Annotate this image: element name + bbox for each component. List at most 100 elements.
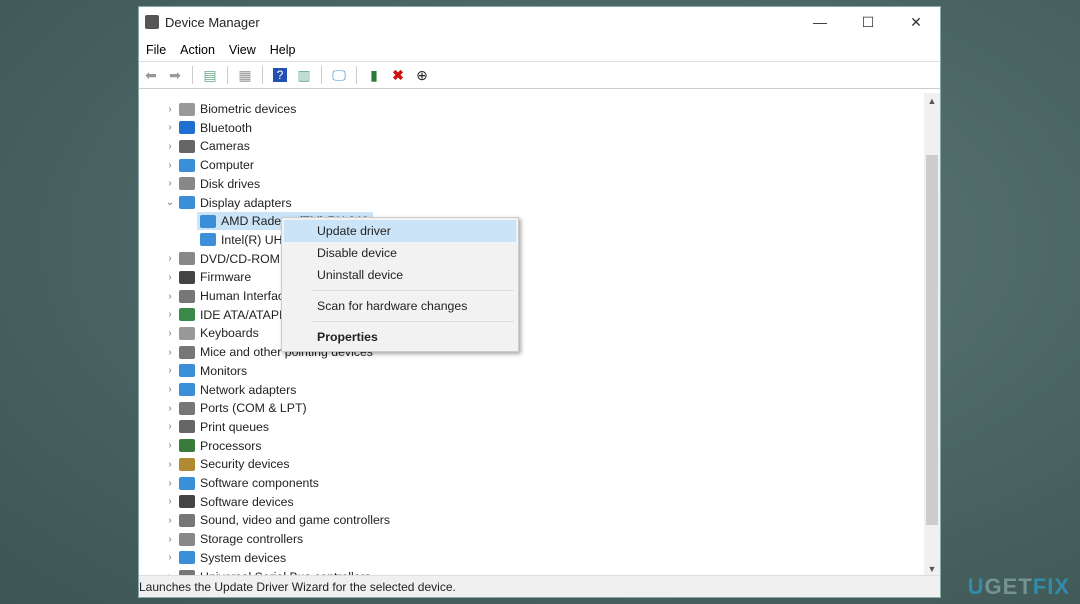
expand-chevron-icon[interactable]: › (164, 534, 176, 545)
tree-item-label: Computer (200, 158, 254, 173)
tree-item-label: Disk drives (200, 176, 261, 191)
expand-chevron-icon[interactable]: › (164, 459, 176, 470)
update-driver-icon[interactable]: ▮ (364, 66, 384, 84)
tree-item[interactable]: › Software components (164, 474, 319, 492)
menu-divider (312, 321, 514, 322)
scan-hardware-icon[interactable]: 🖵 (329, 66, 349, 84)
device-icon (179, 457, 195, 471)
expand-chevron-icon[interactable]: › (164, 160, 176, 171)
tree-item-label: Processors (200, 438, 262, 453)
tree-item[interactable]: › Ports (COM & LPT) (164, 399, 306, 417)
device-icon (179, 364, 195, 378)
expand-chevron-icon[interactable]: › (164, 421, 176, 432)
menu-action[interactable]: Action (173, 43, 222, 57)
device-icon (179, 513, 195, 527)
tree-item[interactable]: › Bluetooth (164, 119, 252, 137)
tree-item[interactable]: › Disk drives (164, 175, 260, 193)
expand-chevron-icon[interactable]: › (164, 365, 176, 376)
help-icon[interactable]: ? (270, 66, 290, 84)
back-icon[interactable]: ⬅ (141, 66, 161, 84)
expand-chevron-icon[interactable]: › (164, 141, 176, 152)
forward-icon[interactable]: ➡ (165, 66, 185, 84)
uninstall-icon[interactable]: ✖ (388, 66, 408, 84)
device-icon (179, 289, 195, 303)
show-hide-console-tree-icon[interactable]: ▤ (200, 66, 220, 84)
menu-item-scan-hardware[interactable]: Scan for hardware changes (284, 295, 516, 317)
expand-chevron-icon[interactable]: › (164, 178, 176, 189)
expand-chevron-icon[interactable]: › (164, 440, 176, 451)
menu-item-properties[interactable]: Properties (284, 326, 516, 348)
tree-item[interactable]: › Firmware (164, 268, 251, 286)
device-icon (179, 252, 195, 266)
expand-chevron-icon[interactable]: › (164, 478, 176, 489)
menu-help[interactable]: Help (263, 43, 303, 57)
expand-chevron-icon[interactable]: › (164, 291, 176, 302)
expand-chevron-icon[interactable]: › (164, 403, 176, 414)
device-icon (179, 476, 195, 490)
device-icon (179, 401, 195, 415)
expand-chevron-icon[interactable]: › (164, 272, 176, 283)
scrollbar-thumb[interactable] (926, 155, 938, 525)
maximize-button[interactable]: ☐ (844, 14, 892, 31)
tree-item[interactable]: › Cameras (164, 137, 250, 155)
tree-item-label: Keyboards (200, 326, 259, 341)
tree-item-label: Bluetooth (200, 120, 252, 135)
scroll-up-icon[interactable]: ▲ (924, 96, 940, 106)
tree-item[interactable]: › System devices (164, 549, 286, 567)
tree-item[interactable]: › Sound, video and game controllers (164, 511, 390, 529)
expand-chevron-icon[interactable]: › (164, 496, 176, 507)
tree-item[interactable]: › Security devices (164, 455, 289, 473)
tree-item[interactable]: ⌄ Display adapters (164, 194, 292, 212)
tree-item[interactable]: › Network adapters (164, 381, 296, 399)
expand-chevron-icon[interactable]: › (164, 515, 176, 526)
device-icon (179, 196, 195, 209)
tree-item-label: Monitors (200, 363, 248, 378)
menu-view[interactable]: View (222, 43, 263, 57)
tree-item[interactable]: › Storage controllers (164, 530, 303, 548)
device-icon (179, 495, 195, 509)
tree-item[interactable]: › Biometric devices (164, 100, 296, 118)
menu-item-disable-device[interactable]: Disable device (284, 242, 516, 264)
collapse-chevron-icon[interactable]: ⌄ (164, 197, 176, 208)
device-icon (179, 121, 195, 135)
device-icon (179, 551, 195, 565)
title-bar: Device Manager — ☐ ✕ (139, 7, 940, 37)
tree-item-label: Sound, video and game controllers (200, 513, 391, 528)
expand-chevron-icon[interactable]: › (164, 122, 176, 133)
minimize-button[interactable]: — (796, 14, 844, 31)
tree-item[interactable]: › Monitors (164, 362, 247, 380)
status-bar: Launches the Update Driver Wizard for th… (139, 575, 940, 597)
properties-icon[interactable]: ▦ (235, 66, 255, 84)
menu-file[interactable]: File (139, 43, 173, 57)
expand-chevron-icon[interactable]: › (164, 328, 176, 339)
expand-chevron-icon[interactable]: › (164, 104, 176, 115)
expand-chevron-icon[interactable]: › (164, 347, 176, 358)
context-menu: Update driver Disable device Uninstall d… (281, 217, 519, 352)
window-title: Device Manager (165, 14, 260, 30)
tree-item-label: Cameras (200, 139, 250, 154)
vertical-scrollbar[interactable]: ▲ ▼ (924, 93, 940, 577)
menu-item-update-driver[interactable]: Update driver (284, 220, 516, 242)
tree-item-label: Biometric devices (200, 102, 297, 116)
tree-item[interactable]: › Print queues (164, 418, 269, 436)
tree-item[interactable]: › Processors (164, 437, 262, 455)
tree-item[interactable]: › Computer (164, 156, 254, 174)
tree-item[interactable]: › Keyboards (164, 324, 259, 342)
device-icon (179, 345, 195, 359)
menu-divider (312, 290, 514, 291)
close-button[interactable]: ✕ (892, 14, 940, 31)
action-pane-icon[interactable]: ▥ (294, 66, 314, 84)
expand-chevron-icon[interactable]: › (164, 309, 176, 320)
watermark-logo: UGETFIX (967, 574, 1070, 599)
device-icon (200, 233, 216, 247)
device-icon (179, 420, 195, 434)
tree-item-label: Network adapters (200, 382, 297, 397)
menu-item-uninstall-device[interactable]: Uninstall device (284, 264, 516, 286)
device-icon (179, 102, 195, 116)
expand-chevron-icon[interactable]: › (164, 253, 176, 264)
expand-chevron-icon[interactable]: › (164, 552, 176, 563)
disable-icon[interactable]: ⊕ (412, 66, 432, 84)
scroll-down-icon[interactable]: ▼ (924, 564, 940, 574)
expand-chevron-icon[interactable]: › (164, 384, 176, 395)
tree-item[interactable]: › Software devices (164, 493, 293, 511)
